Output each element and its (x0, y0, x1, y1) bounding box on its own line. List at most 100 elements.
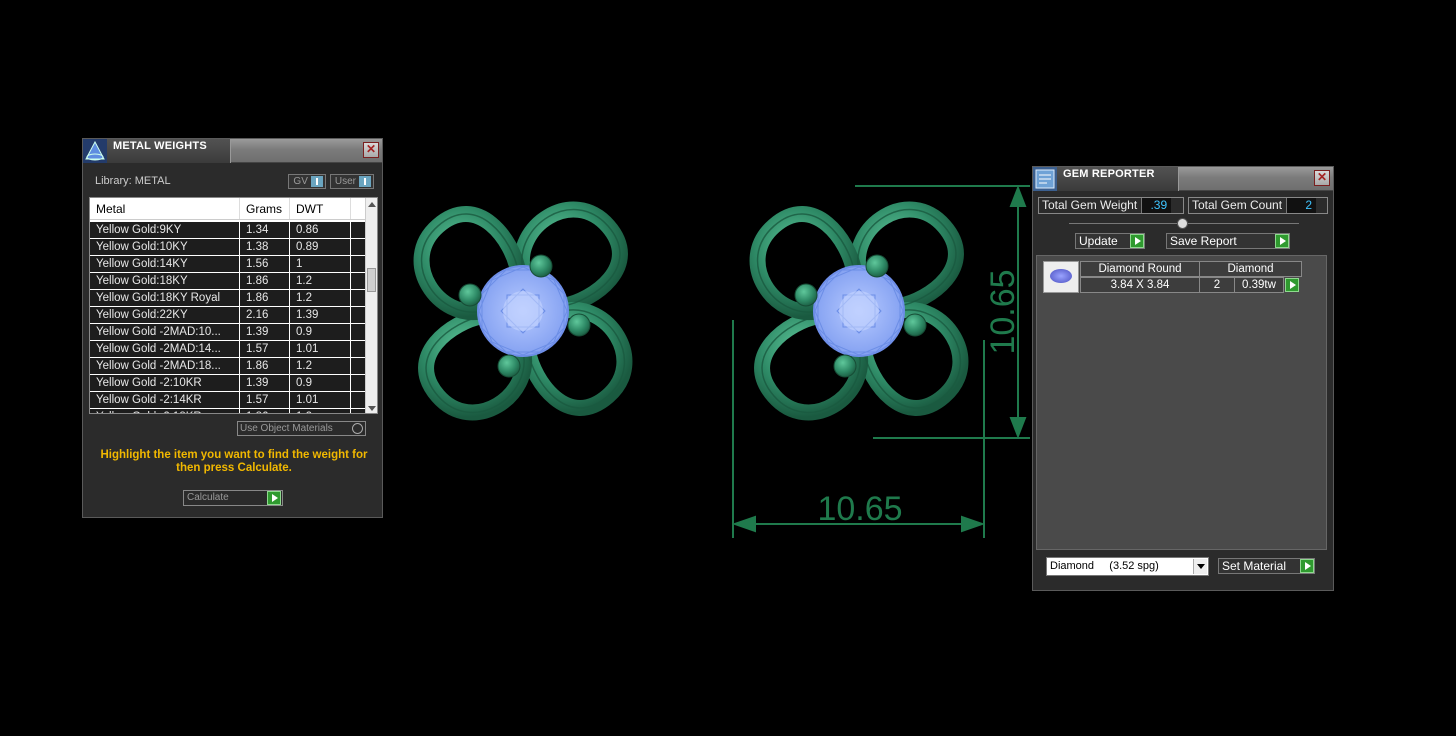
play-icon[interactable] (1130, 234, 1144, 248)
metal-cell: Yellow Gold -2MAD:18... (90, 358, 240, 374)
ring-model-right[interactable] (758, 210, 961, 413)
total-gem-count: Total Gem Count 2 (1188, 197, 1328, 214)
dwt-cell: 0.86 (290, 222, 351, 238)
metal-cell: Yellow Gold:18KY Royal (90, 290, 240, 306)
metal-weights-logo-icon (83, 139, 107, 163)
metal-table-header: Metal Grams DWT (90, 198, 367, 220)
column-header-dwt[interactable]: DWT (290, 198, 351, 219)
gem-list[interactable]: Diamond Round Diamond 3.84 X 3.84 2 0.39… (1036, 255, 1327, 550)
metal-cell: Yellow Gold:18KY (90, 273, 240, 289)
table-row[interactable]: Yellow Gold -2MAD:18... 1.86 1.2 (90, 358, 367, 375)
table-row[interactable]: Yellow Gold:14KY 1.56 1 (90, 256, 367, 273)
chevron-down-icon[interactable] (1193, 559, 1207, 574)
grams-cell: 1.56 (240, 256, 290, 272)
table-row[interactable]: Yellow Gold -2:10KR 1.39 0.9 (90, 375, 367, 392)
grams-cell: 1.39 (240, 375, 290, 391)
table-row[interactable]: Yellow Gold:10KY 1.38 0.89 (90, 239, 367, 256)
gem-reporter-title: GEM REPORTER (1063, 168, 1155, 180)
slider-knob-icon[interactable] (1177, 218, 1188, 229)
metal-cell: Yellow Gold:10KY (90, 239, 240, 255)
close-icon[interactable]: ✕ (1314, 170, 1330, 186)
grams-cell: 1.86 (240, 409, 290, 413)
metal-cell: Yellow Gold -2:14KR (90, 392, 240, 408)
metal-cell: Yellow Gold -2:10KR (90, 375, 240, 391)
play-icon[interactable] (267, 491, 281, 505)
play-icon[interactable] (1300, 559, 1314, 573)
grams-cell: 1.86 (240, 290, 290, 306)
table-row[interactable]: Yellow Gold -2MAD:14... 1.57 1.01 (90, 341, 367, 358)
metal-cell: Yellow Gold:9KY (90, 222, 240, 238)
set-material-button[interactable]: Set Material (1218, 558, 1315, 574)
table-row[interactable]: Yellow Gold -2:14KR 1.57 1.01 (90, 392, 367, 409)
gv-toggle-label: GV (293, 176, 308, 187)
grams-cell: 1.57 (240, 392, 290, 408)
use-object-materials-label: Use Object Materials (240, 423, 333, 434)
hint-text: Highlight the item you want to find the … (100, 449, 368, 474)
gem-count: 2 (1199, 277, 1235, 293)
table-row[interactable]: Yellow Gold:18KY Royal 1.86 1.2 (90, 290, 367, 307)
table-row[interactable]: Yellow Gold:18KY 1.86 1.2 (90, 273, 367, 290)
save-report-button[interactable]: Save Report (1166, 233, 1290, 249)
metal-table-scrollbar[interactable] (365, 198, 377, 413)
library-toggles: GV User (288, 174, 374, 189)
scroll-down-icon[interactable] (368, 406, 376, 411)
update-button[interactable]: Update (1075, 233, 1145, 249)
total-gem-count-label: Total Gem Count (1192, 198, 1283, 212)
ring-model-left[interactable] (422, 210, 625, 413)
user-toggle-label: User (334, 176, 356, 187)
scroll-thumb[interactable] (367, 268, 376, 292)
column-header-metal[interactable]: Metal (90, 198, 240, 219)
gem-reporter-titlebar[interactable]: GEM REPORTER ✕ (1033, 167, 1333, 191)
total-gem-count-value: 2 (1286, 198, 1317, 213)
save-report-label: Save Report (1170, 234, 1237, 248)
metal-weights-panel: METAL WEIGHTS ✕ Library: METAL GV User M… (82, 138, 383, 518)
gem-reporter-logo-icon (1033, 167, 1057, 191)
gem-reporter-panel: GEM REPORTER ✕ Total Gem Weight .39 Tota… (1032, 166, 1334, 591)
grams-cell: 1.34 (240, 222, 290, 238)
play-icon[interactable] (1285, 278, 1299, 292)
metal-cell: Yellow Gold:22KY (90, 307, 240, 323)
metal-cell: Yellow Gold -2MAD:10... (90, 324, 240, 340)
gem-name: Diamond Round (1080, 261, 1200, 277)
dimension-vertical-label: 10.65 (984, 269, 1022, 354)
gv-toggle-switch-icon (310, 176, 323, 187)
library-label: Library: METAL (95, 175, 171, 187)
material-select[interactable]: Diamond (3.52 spg) (1046, 557, 1209, 576)
dwt-cell: 1.01 (290, 341, 351, 357)
dwt-cell: 0.9 (290, 375, 351, 391)
gv-toggle[interactable]: GV (288, 174, 326, 189)
grams-cell: 1.86 (240, 358, 290, 374)
totals-row: Total Gem Weight .39 Total Gem Count 2 (1038, 197, 1328, 214)
user-toggle[interactable]: User (329, 174, 374, 189)
radio-icon[interactable] (352, 423, 363, 434)
column-header-grams[interactable]: Grams (240, 198, 290, 219)
gem-size: 3.84 X 3.84 (1080, 277, 1200, 293)
dwt-cell: 1.39 (290, 307, 351, 323)
metal-table[interactable]: Metal Grams DWT Yellow Gold:9KY 1.34 0.86 Y… (89, 197, 378, 414)
table-row[interactable]: Yellow Gold:22KY 2.16 1.39 (90, 307, 367, 324)
gem-material: Diamond (1199, 261, 1302, 277)
table-row[interactable]: Yellow Gold:9KY 1.34 0.86 (90, 222, 367, 239)
metal-cell: Yellow Gold:14KY (90, 256, 240, 272)
metal-cell: Yellow Gold -2MAD:14... (90, 341, 240, 357)
use-object-materials-option[interactable]: Use Object Materials (237, 421, 366, 436)
user-toggle-switch-icon (359, 176, 371, 187)
dwt-cell: 0.9 (290, 324, 351, 340)
update-label: Update (1079, 234, 1118, 248)
calculate-label: Calculate (187, 492, 229, 503)
play-icon[interactable] (1275, 234, 1289, 248)
calculate-button[interactable]: Calculate (183, 490, 283, 506)
grams-cell: 1.39 (240, 324, 290, 340)
table-row[interactable]: Yellow Gold -2MAD:10... 1.39 0.9 (90, 324, 367, 341)
total-gem-weight: Total Gem Weight .39 (1038, 197, 1184, 214)
material-select-value: Diamond (3.52 spg) (1050, 560, 1159, 572)
dwt-cell: 1.2 (290, 273, 351, 289)
table-row[interactable]: Yellow Gold -2:18KR1.861.2 (90, 409, 367, 413)
dwt-cell: 1.01 (290, 392, 351, 408)
close-icon[interactable]: ✕ (363, 142, 379, 158)
metal-cell: Yellow Gold -2:18KR (90, 409, 240, 413)
diamond-round-icon[interactable] (1043, 261, 1079, 293)
metal-weights-titlebar[interactable]: METAL WEIGHTS ✕ (83, 139, 382, 163)
grams-cell: 1.57 (240, 341, 290, 357)
scroll-up-icon[interactable] (368, 202, 376, 207)
